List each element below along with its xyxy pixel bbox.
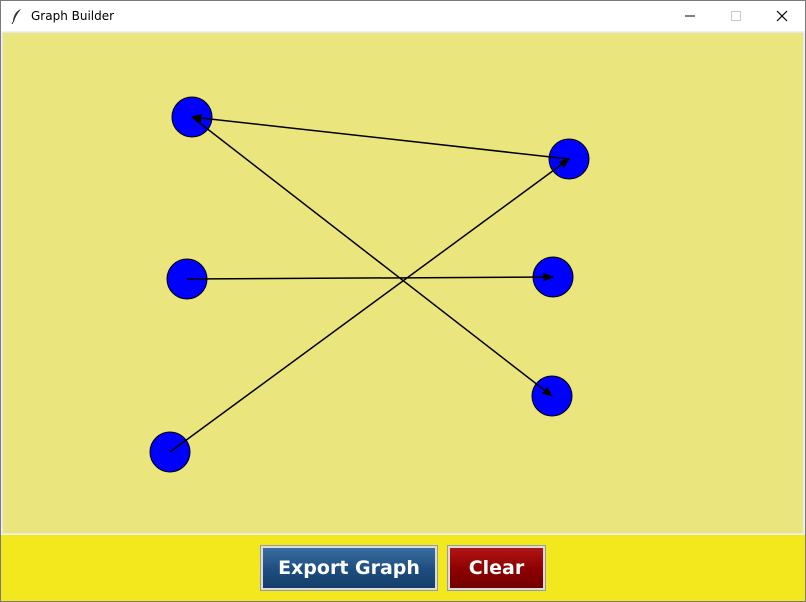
graph-edge <box>169 158 570 453</box>
graph-edge <box>186 272 555 282</box>
feather-icon <box>10 8 24 25</box>
clear-button[interactable]: Clear <box>447 545 546 591</box>
graph-drawing <box>149 96 590 473</box>
graph-edge <box>190 113 570 160</box>
app-window: Graph Builder Export Graph Clear <box>0 0 806 602</box>
minimize-button[interactable] <box>667 1 713 31</box>
button-bar: Export Graph Clear <box>1 535 805 601</box>
graph-canvas[interactable] <box>2 32 804 534</box>
graph-edge <box>191 116 553 397</box>
window-title: Graph Builder <box>31 9 115 23</box>
maximize-icon <box>731 11 741 21</box>
close-button[interactable] <box>759 1 805 31</box>
maximize-button[interactable] <box>713 1 759 31</box>
export-graph-button[interactable]: Export Graph <box>260 545 438 591</box>
minimize-icon <box>685 15 695 17</box>
title-bar[interactable]: Graph Builder <box>1 1 805 31</box>
close-icon <box>776 10 788 22</box>
